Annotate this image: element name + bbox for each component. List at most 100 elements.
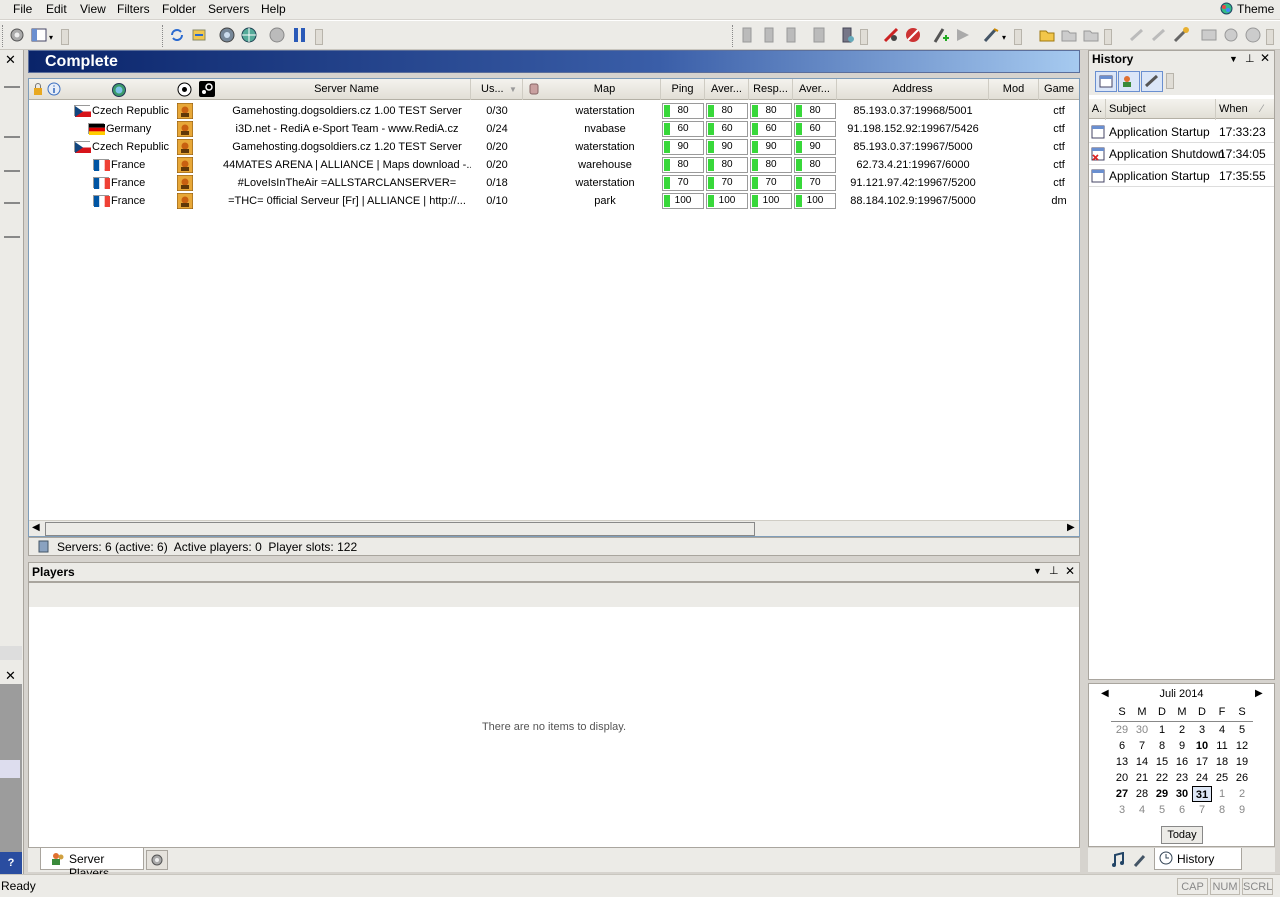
calendar-day[interactable]: 16 — [1172, 754, 1192, 770]
table-row[interactable]: Czech Republic Gamehosting.dogsoldiers.cz… — [29, 102, 1079, 120]
server-connect-icon[interactable] — [838, 26, 856, 44]
pause-icon[interactable] — [290, 26, 308, 44]
calendar-day[interactable]: 12 — [1232, 738, 1252, 754]
folder-icon[interactable] — [1038, 26, 1056, 44]
close-icon[interactable]: ✕ — [5, 52, 16, 68]
chevron-down-icon[interactable]: ▾ — [49, 33, 53, 42]
col-header-mod[interactable]: Mod — [989, 79, 1039, 100]
lock-icon[interactable] — [32, 83, 44, 95]
history-view-button[interactable] — [1095, 71, 1117, 92]
scan-icon[interactable] — [218, 26, 236, 44]
menu-view[interactable]: View — [80, 2, 106, 16]
menu-help[interactable]: Help — [261, 2, 286, 16]
steam-icon[interactable] — [199, 81, 215, 97]
tree-expander[interactable] — [4, 202, 20, 204]
calendar-day[interactable]: 21 — [1132, 770, 1152, 786]
calendar-day[interactable]: 27 — [1112, 786, 1132, 802]
refresh-icon[interactable] — [168, 26, 186, 44]
calendar-day[interactable]: 9 — [1232, 802, 1252, 818]
calendar-day[interactable]: 13 — [1112, 754, 1132, 770]
kick-icon[interactable] — [882, 26, 900, 44]
history-row[interactable]: Application Startup 17:33:23 — [1089, 121, 1274, 143]
toolbar-grip[interactable] — [162, 25, 165, 47]
calendar-day[interactable]: 3 — [1192, 722, 1212, 738]
col-header-map[interactable]: Map — [549, 79, 661, 100]
pin-icon[interactable]: ⊥ — [1049, 564, 1059, 577]
server-add-icon[interactable] — [760, 26, 778, 44]
col-header-response[interactable]: Resp... — [749, 79, 793, 100]
add-buddy-icon[interactable] — [932, 26, 950, 44]
server-find-icon[interactable] — [782, 26, 800, 44]
chevron-down-icon[interactable]: ▼ — [1033, 566, 1042, 576]
record-icon[interactable] — [1222, 26, 1240, 44]
calendar-day[interactable]: 20 — [1112, 770, 1132, 786]
calendar-day[interactable]: 22 — [1152, 770, 1172, 786]
horizontal-scrollbar[interactable]: ◀ ▶ — [29, 520, 1079, 536]
close-icon[interactable]: ✕ — [1065, 564, 1075, 578]
table-row[interactable]: France 44MATES ARENA | ALLIANCE | Maps do… — [29, 156, 1079, 174]
forward-icon[interactable] — [954, 26, 972, 44]
menu-edit[interactable]: Edit — [46, 2, 67, 16]
calendar-day[interactable]: 6 — [1172, 802, 1192, 818]
calendar-day[interactable]: 2 — [1232, 786, 1252, 802]
calendar-day[interactable]: 11 — [1212, 738, 1232, 754]
calendar-day[interactable]: 1 — [1212, 786, 1232, 802]
calendar-day[interactable]: 17 — [1192, 754, 1212, 770]
scroll-left-icon[interactable]: ◀ — [32, 522, 40, 533]
col-header-when[interactable]: When ⁄ — [1216, 99, 1274, 120]
refresh-all-icon[interactable] — [190, 26, 208, 44]
col-header-ping[interactable]: Ping — [661, 79, 705, 100]
help-icon[interactable]: ? — [0, 852, 22, 874]
col-header-server-name[interactable]: Server Name — [223, 79, 471, 100]
next-month-icon[interactable]: ▶ — [1255, 688, 1263, 699]
tree-expander[interactable] — [4, 136, 20, 138]
wrench-icon[interactable] — [1132, 852, 1148, 868]
toolbar-overflow[interactable] — [860, 29, 868, 45]
col-header-average-response[interactable]: Aver... — [793, 79, 837, 100]
chevron-down-icon[interactable]: ▼ — [1229, 54, 1238, 64]
history-link-button[interactable] — [1141, 71, 1163, 92]
tab-server-players[interactable]: Server Players — [40, 848, 144, 880]
calendar-day[interactable]: 29 — [1112, 722, 1132, 738]
calendar-day[interactable]: 15 — [1152, 754, 1172, 770]
calendar-day[interactable]: 30 — [1132, 722, 1152, 738]
layout-icon[interactable] — [30, 26, 48, 44]
chevron-down-icon[interactable]: ▾ — [1002, 33, 1006, 42]
calendar-day[interactable]: 8 — [1212, 802, 1232, 818]
ban-icon[interactable] — [904, 26, 922, 44]
toolbar-overflow[interactable] — [1014, 29, 1022, 45]
history-users-button[interactable] — [1118, 71, 1140, 92]
settings-icon[interactable] — [8, 26, 26, 44]
table-row[interactable]: Czech Republic Gamehosting.dogsoldiers.cz… — [29, 138, 1079, 156]
col-header-address[interactable]: Address — [837, 79, 989, 100]
calendar-day[interactable]: 5 — [1152, 802, 1172, 818]
calendar-day[interactable]: 7 — [1192, 802, 1212, 818]
menu-file[interactable]: File — [13, 2, 32, 16]
calendar-day[interactable]: 4 — [1212, 722, 1232, 738]
col-header-average[interactable]: Aver... — [705, 79, 749, 100]
scroll-right-icon[interactable]: ▶ — [1067, 522, 1075, 533]
folder-move-icon[interactable] — [1082, 26, 1100, 44]
close-icon[interactable]: ✕ — [1260, 51, 1270, 65]
calendar-day[interactable]: 6 — [1112, 738, 1132, 754]
calendar-day[interactable]: 24 — [1192, 770, 1212, 786]
web-icon[interactable] — [1244, 26, 1262, 44]
calendar-day[interactable]: 25 — [1212, 770, 1232, 786]
history-row[interactable]: Application Shutdown 17:34:05 — [1089, 143, 1274, 165]
calendar-day[interactable]: 29 — [1152, 786, 1172, 802]
toolbar-overflow[interactable] — [1266, 29, 1274, 45]
calendar-day[interactable]: 10 — [1192, 738, 1212, 754]
pin-icon[interactable]: ⊥ — [1245, 52, 1255, 65]
calendar-day[interactable]: 14 — [1132, 754, 1152, 770]
tools-icon[interactable] — [982, 26, 1000, 44]
tree-expander[interactable] — [4, 236, 20, 238]
calendar-day[interactable]: 5 — [1232, 722, 1252, 738]
col-header-subject[interactable]: Subject — [1106, 99, 1216, 120]
calendar-day[interactable]: 2 — [1172, 722, 1192, 738]
tab-settings[interactable] — [146, 850, 168, 870]
country-globe-icon[interactable] — [111, 82, 127, 98]
wand-icon[interactable] — [1172, 26, 1190, 44]
table-row[interactable]: Germany i3D.net - RediA e-Sport Team - ww… — [29, 120, 1079, 138]
info-icon[interactable] — [47, 82, 61, 96]
toolbar-overflow[interactable] — [315, 29, 323, 45]
